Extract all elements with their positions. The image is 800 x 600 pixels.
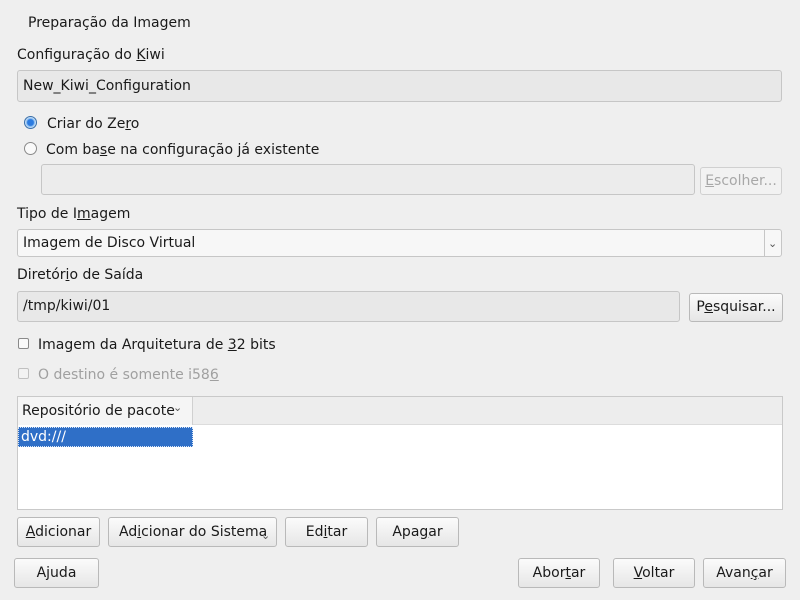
image-type-selected-value: Imagem de Disco Virtual xyxy=(23,235,196,251)
choose-button[interactable]: Escolher... xyxy=(700,167,782,195)
radio-create-from-scratch-label[interactable]: Criar do Zero xyxy=(47,116,139,132)
repository-column-label: Repositório de pacote xyxy=(22,403,175,419)
i586-checkbox[interactable] xyxy=(18,368,29,379)
image-type-dropdown-arrow[interactable]: ⌄ xyxy=(764,230,781,256)
add-from-system-button[interactable]: Adicionar do Sistema ⌄ xyxy=(108,517,277,547)
table-row[interactable]: dvd:/// xyxy=(18,427,193,447)
chevron-down-icon: ⌄ xyxy=(768,237,778,250)
repository-table[interactable]: Repositório de pacote ⌄ dvd:/// xyxy=(17,396,783,510)
i586-checkbox-label: O destino é somente i586 xyxy=(38,367,219,383)
next-button[interactable]: Avançar xyxy=(703,558,786,588)
repository-column-header[interactable]: Repositório de pacote ⌄ xyxy=(18,397,193,425)
browse-button[interactable]: Pesquisar... xyxy=(689,293,783,322)
arch32-checkbox[interactable] xyxy=(18,338,29,349)
output-dir-field[interactable]: /tmp/kiwi/01 xyxy=(17,291,680,322)
radio-based-on-existing[interactable] xyxy=(24,142,37,155)
arch32-checkbox-label[interactable]: Imagem da Arquitetura de 32 bits xyxy=(38,337,276,353)
kiwi-config-label: Configuração do Kiwi xyxy=(17,47,165,63)
page-title: Preparação da Imagem xyxy=(28,15,191,31)
delete-repo-button[interactable]: Apagar xyxy=(376,517,459,547)
abort-button[interactable]: Abortar xyxy=(518,558,600,588)
chevron-down-icon: ⌄ xyxy=(173,401,183,414)
help-button[interactable]: Ajuda xyxy=(14,558,99,588)
back-button[interactable]: Voltar xyxy=(613,558,695,588)
add-repo-button[interactable]: Adicionar xyxy=(17,517,100,547)
chevron-down-icon: ⌄ xyxy=(261,529,271,542)
existing-config-path-field[interactable] xyxy=(41,164,695,195)
radio-based-on-existing-label[interactable]: Com base na configuração já existente xyxy=(46,142,319,158)
image-type-select[interactable]: Imagem de Disco Virtual ⌄ xyxy=(17,229,782,257)
radio-create-from-scratch[interactable] xyxy=(24,116,37,129)
kiwi-config-field[interactable]: New_Kiwi_Configuration xyxy=(17,70,782,102)
image-type-label: Tipo de Imagem xyxy=(17,206,131,222)
repository-row-label: dvd:/// xyxy=(21,429,66,445)
output-dir-label: Diretório de Saída xyxy=(17,267,144,283)
edit-repo-button[interactable]: Editar xyxy=(285,517,368,547)
